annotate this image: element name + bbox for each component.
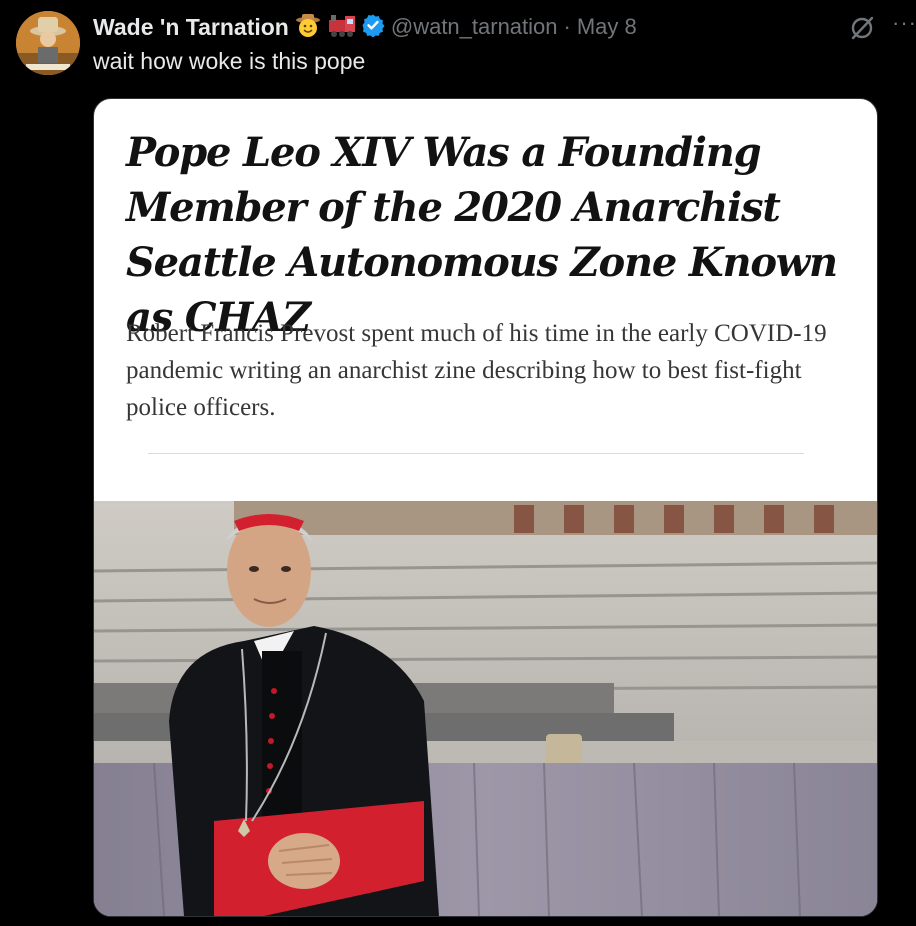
user-handle[interactable]: @watn_tarnation (391, 14, 558, 40)
separator-dot: · (563, 14, 571, 39)
cardinal-photo (94, 501, 877, 916)
divider (148, 453, 804, 454)
grok-icon[interactable] (848, 14, 876, 42)
tweet-date[interactable]: May 8 (577, 14, 637, 40)
avatar[interactable] (16, 11, 80, 75)
cowboy-face-icon (295, 12, 321, 43)
tweet-header: Wade 'n Tarnation @watn_tarnation · May … (93, 12, 916, 42)
article-headline: Pope Leo XIV Was a Founding Member of th… (126, 129, 838, 341)
attached-image[interactable]: Pope Leo XIV Was a Founding Member of th… (93, 98, 878, 917)
more-options-icon[interactable]: ··· (892, 10, 916, 36)
article-subheadline: Robert Francis Prevost spent much of his… (126, 320, 827, 421)
tweet-text: wait how woke is this pope (93, 48, 366, 74)
verified-badge-icon[interactable] (361, 13, 385, 42)
display-name[interactable]: Wade 'n Tarnation (93, 14, 289, 41)
locomotive-icon (327, 12, 357, 43)
